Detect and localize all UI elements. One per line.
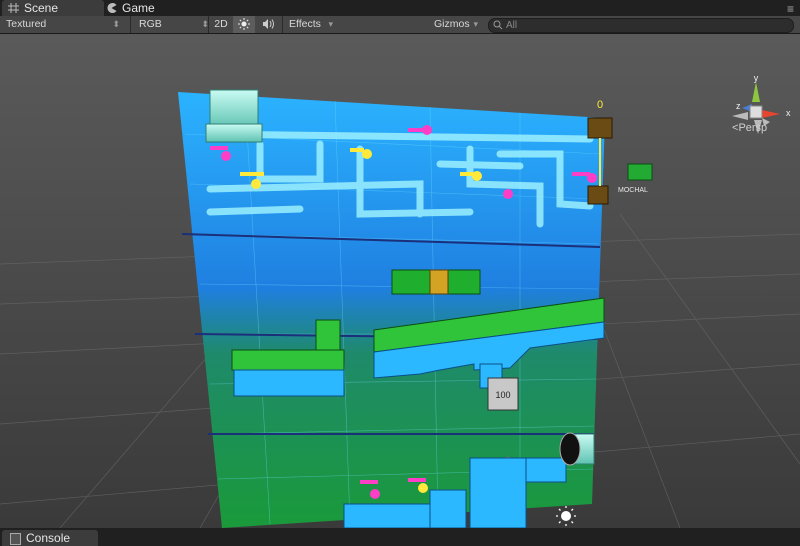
gizmo-axis-z: z	[736, 101, 741, 111]
speaker-icon	[263, 19, 274, 29]
orientation-gizmo[interactable]: y x z	[712, 73, 800, 146]
render-mode-value: Textured	[6, 18, 47, 30]
bottom-tab-bar: Console	[0, 528, 800, 546]
effects-dropdown[interactable]: Effects ▾	[282, 16, 339, 33]
counter-label: 100	[495, 390, 510, 400]
search-placeholder: All	[506, 20, 518, 31]
tab-game-label: Game	[122, 1, 155, 15]
search-input[interactable]: All	[488, 18, 794, 33]
y-axis-cone[interactable]	[752, 82, 760, 102]
color-mode-value: RGB	[139, 18, 162, 30]
mode-2d-toggle[interactable]: 2D	[208, 16, 233, 33]
lighting-toggle[interactable]	[233, 16, 255, 33]
grid-icon	[8, 3, 19, 13]
chevron-down-icon: ▾	[328, 19, 333, 29]
gizmo-axis-y: y	[754, 74, 759, 83]
pacman-icon	[107, 3, 117, 13]
x-axis-cone[interactable]	[762, 110, 780, 118]
tab-console-label: Console	[26, 531, 71, 545]
render-mode-dropdown[interactable]: Textured ⬍	[6, 16, 126, 33]
scene-viewport[interactable]: 0 MOCHAL 100 y x z <Persp	[0, 34, 800, 528]
scene-toolbar: Textured ⬍ RGB ⬍ 2D Effects ▾ Gizmos ▾ A…	[0, 16, 800, 34]
side-block	[627, 163, 653, 181]
effects-label: Effects	[289, 18, 321, 30]
chevron-updown-icon: ⬍	[112, 19, 120, 29]
projection-label: Persp	[738, 122, 768, 134]
floating-blocks	[391, 269, 481, 295]
neg-x-cone[interactable]	[732, 112, 748, 120]
side-tag: MOCHAL	[618, 187, 648, 194]
color-mode-dropdown[interactable]: RGB ⬍	[130, 16, 215, 33]
gizmo-axis-x: x	[786, 108, 791, 118]
scene-canvas[interactable]: 0 MOCHAL 100	[0, 34, 800, 528]
editor-tab-bar: Scene Game ≡	[0, 0, 800, 16]
gizmo-center-cube[interactable]	[749, 105, 763, 119]
console-icon	[10, 533, 21, 545]
tab-scene[interactable]: Scene	[2, 0, 104, 16]
chevron-down-icon: ▾	[473, 19, 478, 29]
gizmos-dropdown[interactable]: Gizmos ▾	[434, 16, 484, 33]
menu-icon[interactable]: ≡	[787, 2, 794, 16]
mode-2d-label: 2D	[214, 18, 228, 30]
entry-pipe	[205, 89, 263, 143]
gizmos-label: Gizmos	[434, 18, 470, 30]
tab-game[interactable]: Game	[100, 0, 194, 16]
projection-toggle[interactable]: <Persp	[732, 122, 767, 134]
top-marker: 0	[597, 99, 603, 111]
exit-pipe	[559, 432, 595, 466]
audio-toggle[interactable]	[258, 16, 280, 33]
sun-icon	[238, 18, 250, 30]
counter-block: 100	[487, 377, 519, 411]
tab-console[interactable]: Console	[2, 530, 98, 546]
search-icon	[493, 20, 503, 30]
tab-scene-label: Scene	[24, 1, 59, 15]
